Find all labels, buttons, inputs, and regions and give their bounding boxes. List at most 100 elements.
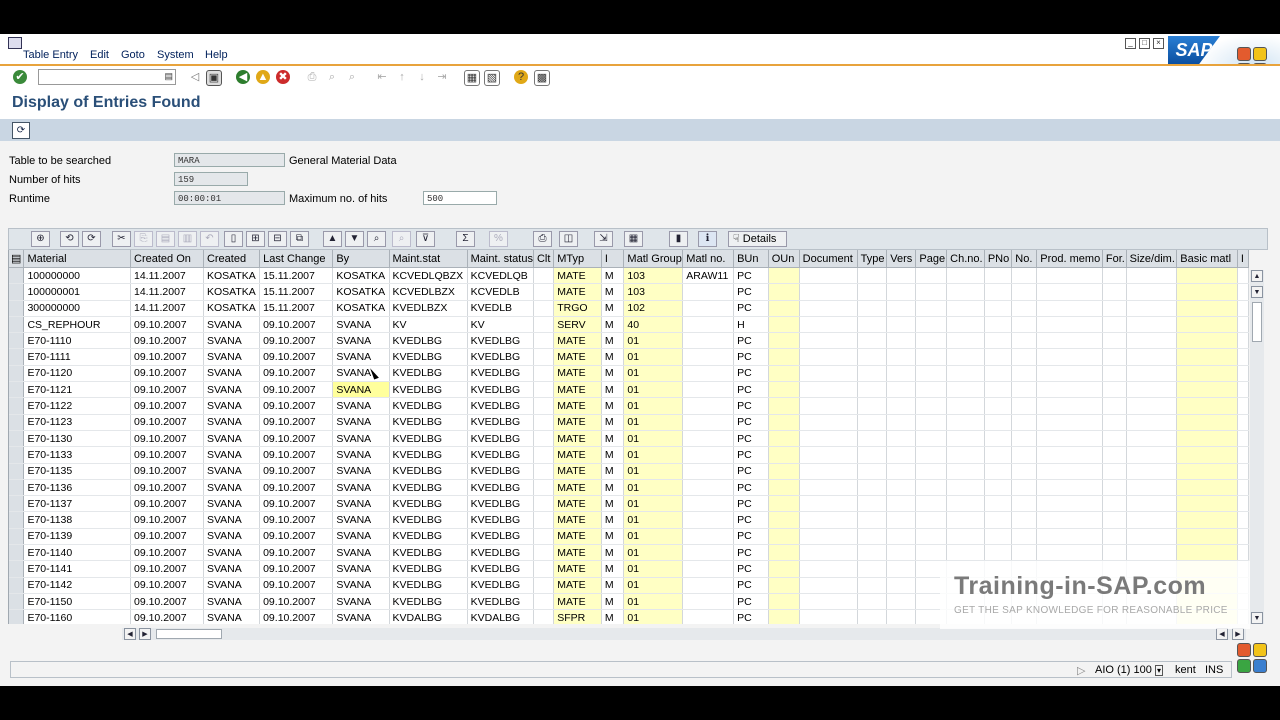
table-cell[interactable]	[984, 495, 1013, 513]
table-row[interactable]: E70-1110 09.10.2007 SVANA 09.10.2007 SVANA KV…	[9, 332, 1249, 350]
table-cell[interactable]	[1176, 397, 1238, 415]
table-cell[interactable]: SVANA	[203, 511, 261, 529]
close-window-icon[interactable]: ×	[1153, 38, 1164, 49]
table-cell[interactable]: M	[601, 283, 625, 301]
table-cell[interactable]	[682, 560, 735, 578]
table-cell[interactable]	[1102, 495, 1127, 513]
table-cell[interactable]	[768, 495, 800, 513]
table-cell[interactable]	[886, 381, 917, 399]
enter-icon[interactable]: ✔	[13, 70, 27, 84]
table-cell[interactable]	[915, 446, 948, 464]
table-cell[interactable]: SVANA	[203, 544, 261, 562]
vertical-scroll-thumb[interactable]	[1252, 302, 1262, 342]
refresh-grid-icon[interactable]: ⟳	[82, 231, 101, 247]
table-cell[interactable]	[1176, 365, 1238, 383]
table-cell[interactable]: H	[733, 316, 769, 334]
table-cell[interactable]: SFPR	[553, 609, 602, 624]
table-cell[interactable]: M	[601, 544, 625, 562]
table-cell[interactable]	[857, 381, 888, 399]
table-cell[interactable]	[533, 381, 555, 399]
table-cell[interactable]: SVANA	[332, 332, 390, 350]
table-cell[interactable]	[946, 479, 985, 497]
table-cell[interactable]: MATE	[553, 577, 602, 594]
undo-icon[interactable]: ↶	[200, 231, 219, 247]
table-cell[interactable]: PC	[733, 332, 769, 350]
table-cell[interactable]	[533, 348, 555, 366]
menu-table-entry[interactable]: Table Entry	[23, 49, 78, 61]
column-header[interactable]: Page	[915, 250, 948, 268]
graphic-icon[interactable]: ▮	[669, 231, 688, 247]
table-cell[interactable]	[886, 593, 917, 611]
table-cell[interactable]: SVANA	[203, 528, 261, 546]
table-cell[interactable]: KVDALBG	[389, 609, 468, 624]
table-cell[interactable]: KVEDLBG	[467, 479, 534, 497]
table-cell[interactable]: 09.10.2007	[259, 365, 334, 383]
table-cell[interactable]	[1126, 479, 1178, 497]
table-cell[interactable]	[1102, 267, 1127, 285]
table-cell[interactable]: 09.10.2007	[130, 463, 204, 480]
table-cell[interactable]: 09.10.2007	[259, 609, 334, 624]
table-cell[interactable]	[1011, 381, 1038, 399]
table-cell[interactable]	[799, 560, 858, 578]
table-cell[interactable]: PC	[733, 300, 769, 317]
table-row[interactable]: E70-1130 09.10.2007 SVANA 09.10.2007 SVANA KV…	[9, 430, 1249, 448]
scroll-left-icon[interactable]: ◀	[124, 628, 136, 640]
table-cell[interactable]	[984, 430, 1013, 448]
table-cell[interactable]: E70-1160	[23, 609, 131, 624]
table-cell[interactable]: KVEDLBG	[467, 414, 534, 431]
status-icon-red[interactable]	[1237, 643, 1251, 657]
table-cell[interactable]	[768, 593, 800, 611]
table-cell[interactable]: MATE	[553, 414, 602, 431]
table-cell[interactable]	[682, 381, 735, 399]
table-cell[interactable]	[1036, 414, 1103, 431]
table-cell[interactable]: KVEDLBG	[389, 479, 468, 497]
table-cell[interactable]	[984, 511, 1013, 529]
table-cell[interactable]: E70-1133	[23, 446, 131, 464]
layout-icon[interactable]: ▦	[624, 231, 643, 247]
table-cell[interactable]: KVEDLBG	[389, 511, 468, 529]
table-cell[interactable]: M	[601, 348, 625, 366]
table-cell[interactable]	[1011, 463, 1038, 480]
column-header[interactable]: For.	[1102, 250, 1127, 268]
table-cell[interactable]: PC	[733, 381, 769, 399]
table-cell[interactable]: SVANA	[203, 430, 261, 448]
table-cell[interactable]	[768, 283, 800, 301]
table-cell[interactable]: KVEDLBG	[467, 430, 534, 448]
table-cell[interactable]: KVEDLB	[467, 300, 534, 317]
table-cell[interactable]	[1126, 463, 1178, 480]
table-cell[interactable]: 09.10.2007	[130, 381, 204, 399]
table-cell[interactable]	[768, 267, 800, 285]
table-cell[interactable]	[682, 577, 735, 594]
table-cell[interactable]: M	[601, 577, 625, 594]
table-cell[interactable]	[886, 577, 917, 594]
sum-icon[interactable]: Σ	[456, 231, 475, 247]
table-cell[interactable]	[946, 348, 985, 366]
table-cell[interactable]	[886, 332, 917, 350]
table-cell[interactable]: KCVEDLBZX	[389, 283, 468, 301]
table-cell[interactable]: E70-1111	[23, 348, 131, 366]
table-cell[interactable]: SVANA	[332, 348, 390, 366]
scroll-left-end-icon[interactable]: ◀	[1216, 628, 1228, 640]
table-cell[interactable]: SVANA	[203, 332, 261, 350]
command-field[interactable]: ▤	[38, 69, 176, 85]
table-cell[interactable]	[682, 446, 735, 464]
table-cell[interactable]	[1036, 446, 1103, 464]
table-cell[interactable]: 09.10.2007	[259, 446, 334, 464]
row-selector[interactable]	[9, 267, 25, 285]
table-cell[interactable]	[946, 381, 985, 399]
table-cell[interactable]	[984, 414, 1013, 431]
table-cell[interactable]	[857, 593, 888, 611]
table-cell[interactable]	[915, 348, 948, 366]
table-cell[interactable]: E70-1122	[23, 397, 131, 415]
table-cell[interactable]: PC	[733, 348, 769, 366]
table-cell[interactable]: MATE	[553, 332, 602, 350]
row-selector[interactable]	[9, 316, 25, 334]
table-cell[interactable]	[1237, 283, 1249, 301]
row-selector[interactable]	[9, 511, 25, 529]
table-cell[interactable]	[682, 348, 735, 366]
table-cell[interactable]: SVANA	[332, 446, 390, 464]
table-cell[interactable]: SVANA	[332, 397, 390, 415]
column-header[interactable]: Created On	[130, 250, 204, 268]
table-cell[interactable]	[886, 495, 917, 513]
table-cell[interactable]: KOSATKA	[203, 300, 261, 317]
